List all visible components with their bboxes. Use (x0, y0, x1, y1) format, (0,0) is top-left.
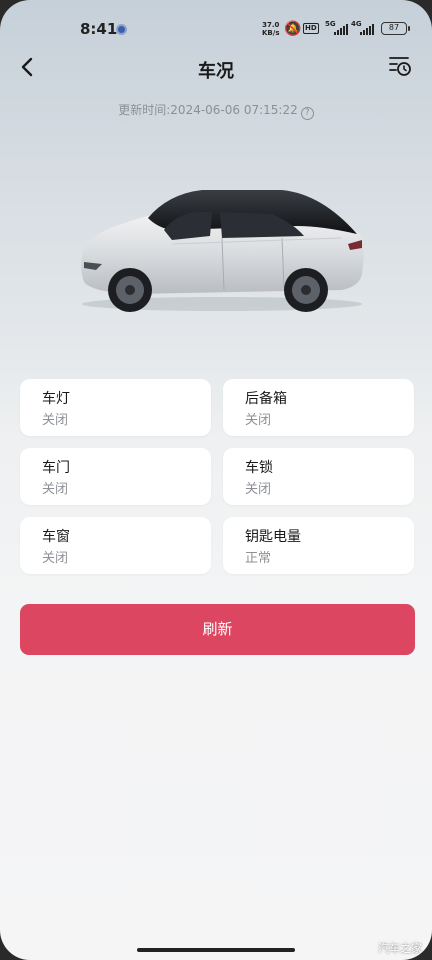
status-card-value: 关闭 (42, 482, 69, 497)
battery-icon: 87 (381, 22, 410, 35)
notification-icon (116, 24, 127, 35)
status-time: 8:41 (80, 20, 118, 38)
history-button[interactable] (388, 54, 412, 78)
status-bar: 8:41 37.0 KB/s 🔕 HD 5G 4G 87 (0, 18, 432, 42)
history-list-icon (389, 57, 411, 76)
status-card-value: 正常 (245, 551, 272, 566)
refresh-button[interactable]: 刷新 (20, 604, 415, 655)
update-time: 更新时间:2024-06-06 07:15:22? (0, 101, 432, 120)
signal-2-bars-icon (360, 24, 374, 35)
home-indicator[interactable] (137, 948, 295, 952)
status-card-windows: 车窗 关闭 (20, 517, 211, 574)
status-card-doors: 车门 关闭 (20, 448, 211, 505)
status-card-label: 后备箱 (245, 391, 287, 407)
signal-1-bars-icon (334, 24, 348, 35)
car-status-screen: 8:41 37.0 KB/s 🔕 HD 5G 4G 87 车况 更新时间:202… (0, 0, 432, 960)
question-circle-icon[interactable]: ? (300, 107, 314, 120)
page-title: 车况 (198, 61, 234, 82)
status-card-lights: 车灯 关闭 (20, 379, 211, 436)
status-card-value: 关闭 (42, 551, 69, 566)
status-card-label: 车锁 (245, 460, 273, 476)
network-speed-value: 37.0 (262, 21, 280, 29)
hd-badge: HD (303, 23, 319, 34)
status-card-value: 关闭 (245, 413, 272, 428)
status-card-label: 车门 (42, 460, 70, 476)
status-card-label: 车灯 (42, 391, 70, 407)
status-card-value: 关闭 (245, 482, 272, 497)
watermark-text: 汽车之家 (378, 942, 422, 955)
status-card-key-battery: 钥匙电量 正常 (223, 517, 414, 574)
car-image (81, 190, 364, 312)
mute-bell-icon: 🔕 (284, 21, 302, 37)
network-speed: 37.0 KB/s (262, 21, 279, 37)
status-card-label: 车窗 (42, 529, 70, 545)
update-time-text: 更新时间:2024-06-06 07:15:22 (118, 103, 298, 117)
network-speed-unit: KB/s (262, 29, 280, 37)
status-card-lock: 车锁 关闭 (223, 448, 414, 505)
status-card-trunk: 后备箱 关闭 (223, 379, 414, 436)
status-card-value: 关闭 (42, 413, 69, 428)
status-card-label: 钥匙电量 (245, 529, 301, 545)
